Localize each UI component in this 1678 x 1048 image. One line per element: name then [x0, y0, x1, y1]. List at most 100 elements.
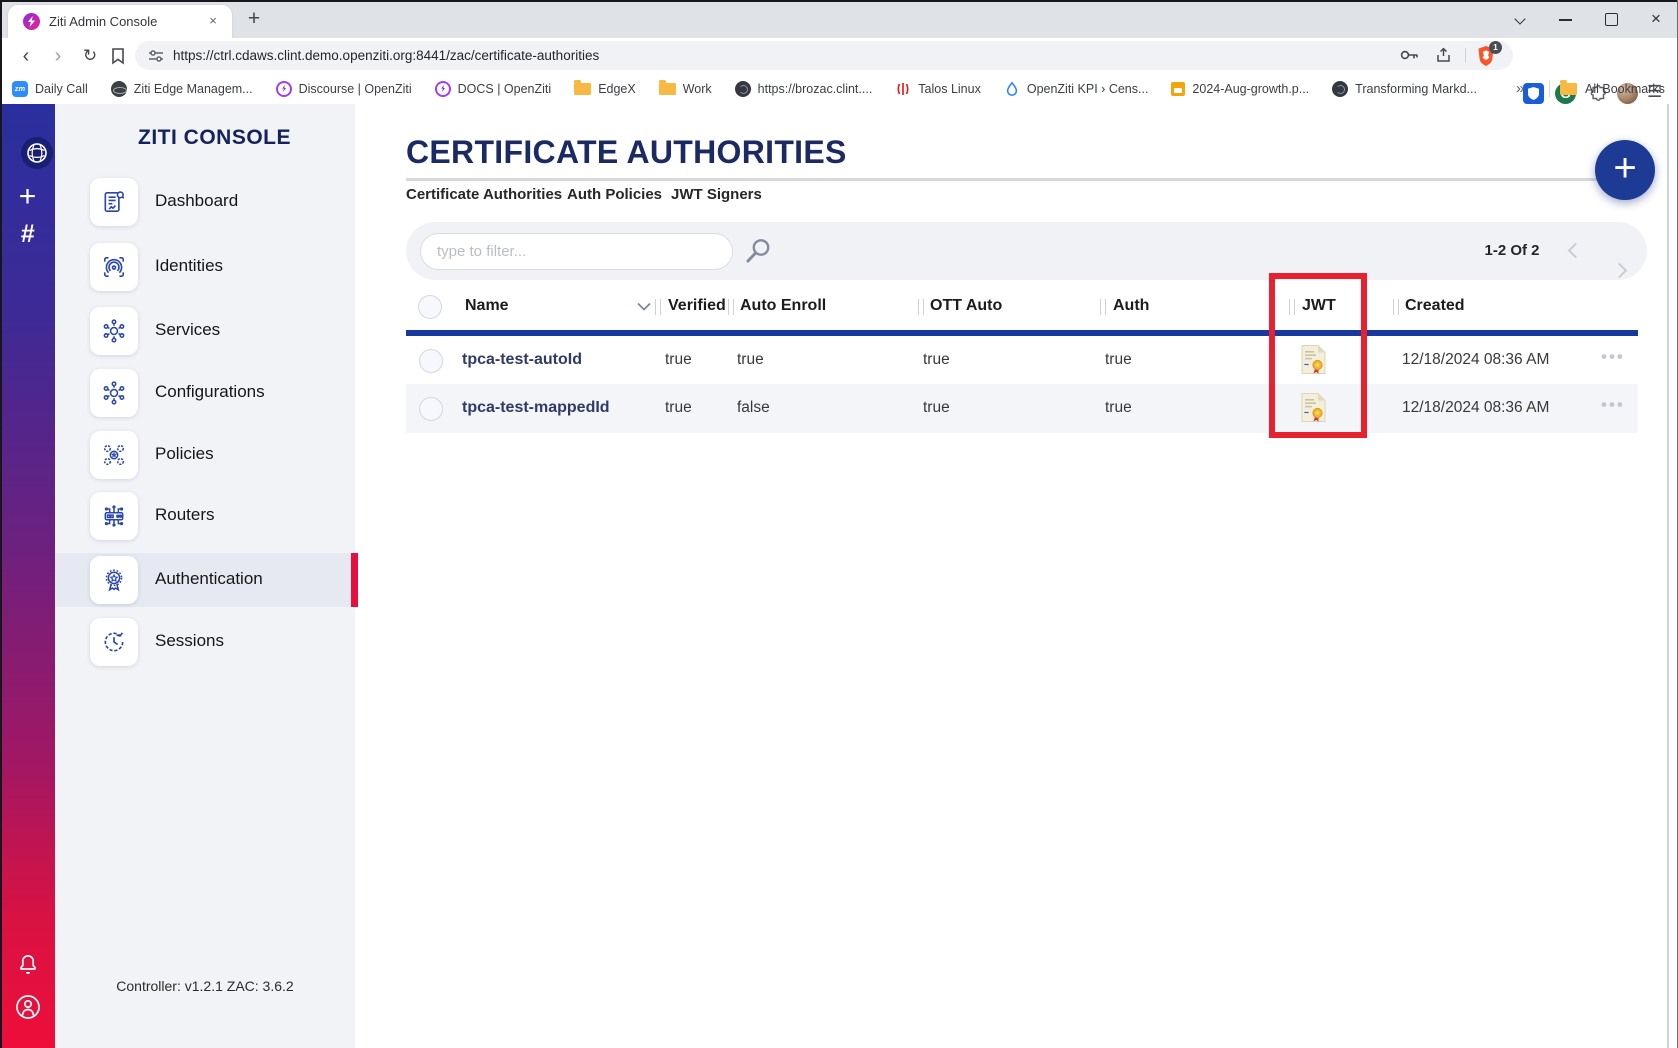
column-separator	[918, 299, 924, 315]
column-separator	[1100, 299, 1106, 315]
ziti-favicon-icon	[23, 13, 40, 30]
bookmark-2024-aug-growth[interactable]: 2024-Aug-growth.p...	[1171, 82, 1309, 96]
sidebar-item-label: Services	[155, 320, 220, 340]
bookmark-openziti-kpi[interactable]: OpenZiti KPI › Cens...	[1004, 81, 1149, 97]
bookmark-discourse[interactable]: Discourse | OpenZiti	[276, 81, 412, 97]
divider	[1465, 48, 1466, 63]
all-bookmarks-button[interactable]: All Bookmarks	[1560, 82, 1665, 96]
bookmarks-bar: Daily Call Ziti Edge Managem... Discours…	[6, 74, 1506, 104]
row-verified: true	[665, 399, 692, 417]
column-header-created[interactable]: Created	[1405, 297, 1465, 315]
network-icon	[90, 369, 138, 417]
notifications-bell-icon[interactable]	[17, 952, 39, 976]
dashboard-icon	[90, 178, 138, 226]
bookmark-folder-edgex[interactable]: EdgeX	[574, 82, 636, 96]
reading-list-icon[interactable]	[110, 47, 126, 65]
tab-strip: Ziti Admin Console ×	[0, 0, 1678, 38]
window-maximize-button[interactable]	[1594, 4, 1628, 34]
pagination-prev-icon[interactable]	[1562, 240, 1582, 260]
window-close-button[interactable]	[1639, 4, 1673, 34]
tab-close-icon[interactable]: ×	[204, 12, 222, 30]
new-tab-button[interactable]	[243, 9, 265, 31]
column-header-auto-enroll[interactable]: Auto Enroll	[740, 297, 826, 315]
sidebar-item-label: Authentication	[155, 569, 263, 589]
sidebar-item-services[interactable]: Services	[55, 304, 355, 358]
bitwarden-extension-icon[interactable]	[1523, 83, 1544, 104]
sidebar-item-identities[interactable]: Identities	[55, 240, 355, 294]
openziti-icon	[435, 81, 451, 97]
scrollbar-track[interactable]	[1667, 104, 1669, 1048]
column-header-auth[interactable]: Auth	[1113, 297, 1149, 315]
sidebar-item-label: Identities	[155, 256, 223, 276]
sidebar-item-configurations[interactable]: Configurations	[55, 366, 355, 420]
back-button[interactable]	[12, 42, 40, 70]
site-icon	[735, 81, 751, 97]
add-certificate-authority-button[interactable]	[1595, 140, 1655, 200]
column-header-ott-auto[interactable]: OTT Auto	[930, 297, 1002, 315]
filter-input[interactable]	[420, 233, 733, 270]
select-all-checkbox[interactable]	[418, 295, 442, 319]
tune-icon[interactable]	[148, 48, 164, 64]
divider	[1549, 80, 1550, 97]
bookmark-folder-work[interactable]: Work	[659, 82, 712, 96]
tab-certificate-authorities[interactable]: Certificate Authorities	[406, 186, 562, 203]
shield-badge: 1	[1489, 41, 1502, 54]
bookmark-docs-openziti[interactable]: DOCS | OpenZiti	[435, 81, 552, 97]
version-footer: Controller: v1.2.1 ZAC: 3.6.2	[55, 978, 355, 994]
sidebar-item-dashboard[interactable]: Dashboard	[55, 175, 355, 229]
sidebar-item-authentication[interactable]: Authentication	[55, 553, 355, 607]
folder-icon	[1560, 83, 1577, 95]
tab-jwt-signers[interactable]: JWT Signers	[671, 186, 762, 203]
pagination-next-icon[interactable]	[1610, 260, 1630, 280]
column-header-name[interactable]: Name	[465, 297, 509, 315]
window-minimize-button[interactable]	[1549, 4, 1583, 34]
rail-add-icon[interactable]	[0, 180, 55, 214]
fingerprint-icon	[90, 243, 138, 291]
password-key-icon[interactable]	[1400, 48, 1420, 62]
row-ott-auto: true	[923, 399, 950, 417]
tab-auth-policies[interactable]: Auth Policies	[567, 186, 662, 203]
slides-icon	[1171, 82, 1185, 96]
column-header-verified[interactable]: Verified	[668, 297, 726, 315]
row-menu-icon[interactable]	[1601, 347, 1625, 367]
bookmark-daily-call[interactable]: Daily Call	[12, 81, 88, 97]
rail-hash-icon[interactable]	[0, 220, 55, 249]
column-separator	[728, 299, 734, 315]
zoom-app-icon	[12, 81, 28, 97]
table-row[interactable]: tpca-test-mappedId true false true true …	[406, 384, 1638, 433]
bookmark-brozac[interactable]: https://brozac.clint....	[735, 81, 873, 97]
row-name[interactable]: tpca-test-mappedId	[462, 399, 610, 417]
row-ott-auto: true	[923, 351, 950, 369]
search-icon[interactable]	[744, 237, 772, 267]
row-menu-icon[interactable]	[1601, 395, 1625, 415]
tab-search-icon[interactable]	[1503, 4, 1537, 34]
row-auto-enroll: true	[737, 351, 764, 369]
url-text[interactable]: https://ctrl.cdaws.clint.demo.openziti.o…	[173, 48, 599, 63]
sidebar-item-sessions[interactable]: Sessions	[55, 615, 355, 669]
bookmarks-overflow-icon[interactable]	[1516, 80, 1524, 97]
router-circuit-icon	[90, 492, 138, 540]
sort-chevron-icon[interactable]	[636, 301, 652, 312]
row-created: 12/18/2024 08:36 AM	[1402, 351, 1549, 369]
row-auto-enroll: false	[737, 399, 770, 417]
sidebar-item-routers[interactable]: Routers	[55, 489, 355, 543]
pagination-range: 1-2 Of 2	[1462, 242, 1562, 259]
forward-button[interactable]	[44, 42, 72, 70]
row-checkbox[interactable]	[419, 397, 443, 421]
ziti-logo-icon[interactable]	[21, 137, 53, 169]
tab-title: Ziti Admin Console	[49, 14, 157, 29]
bookmark-transforming-markd[interactable]: Transforming Markd...	[1332, 81, 1477, 97]
browser-toolbar: https://ctrl.cdaws.clint.demo.openziti.o…	[0, 38, 1678, 74]
bookmark-talos[interactable]: Talos Linux	[895, 81, 981, 97]
address-bar[interactable]: https://ctrl.cdaws.clint.demo.openziti.o…	[135, 41, 1513, 70]
sidebar-item-policies[interactable]: Policies	[55, 428, 355, 482]
table-row[interactable]: tpca-test-autoId true true true true 12/…	[406, 336, 1638, 384]
profile-icon[interactable]	[15, 994, 41, 1020]
browser-tab[interactable]: Ziti Admin Console ×	[8, 5, 232, 38]
row-checkbox[interactable]	[419, 349, 443, 373]
bookmark-ziti-edge[interactable]: Ziti Edge Managem...	[111, 81, 253, 97]
share-icon[interactable]	[1435, 47, 1452, 64]
active-item-accent	[351, 553, 358, 607]
reload-button[interactable]	[76, 42, 104, 70]
row-name[interactable]: tpca-test-autoId	[462, 351, 582, 369]
